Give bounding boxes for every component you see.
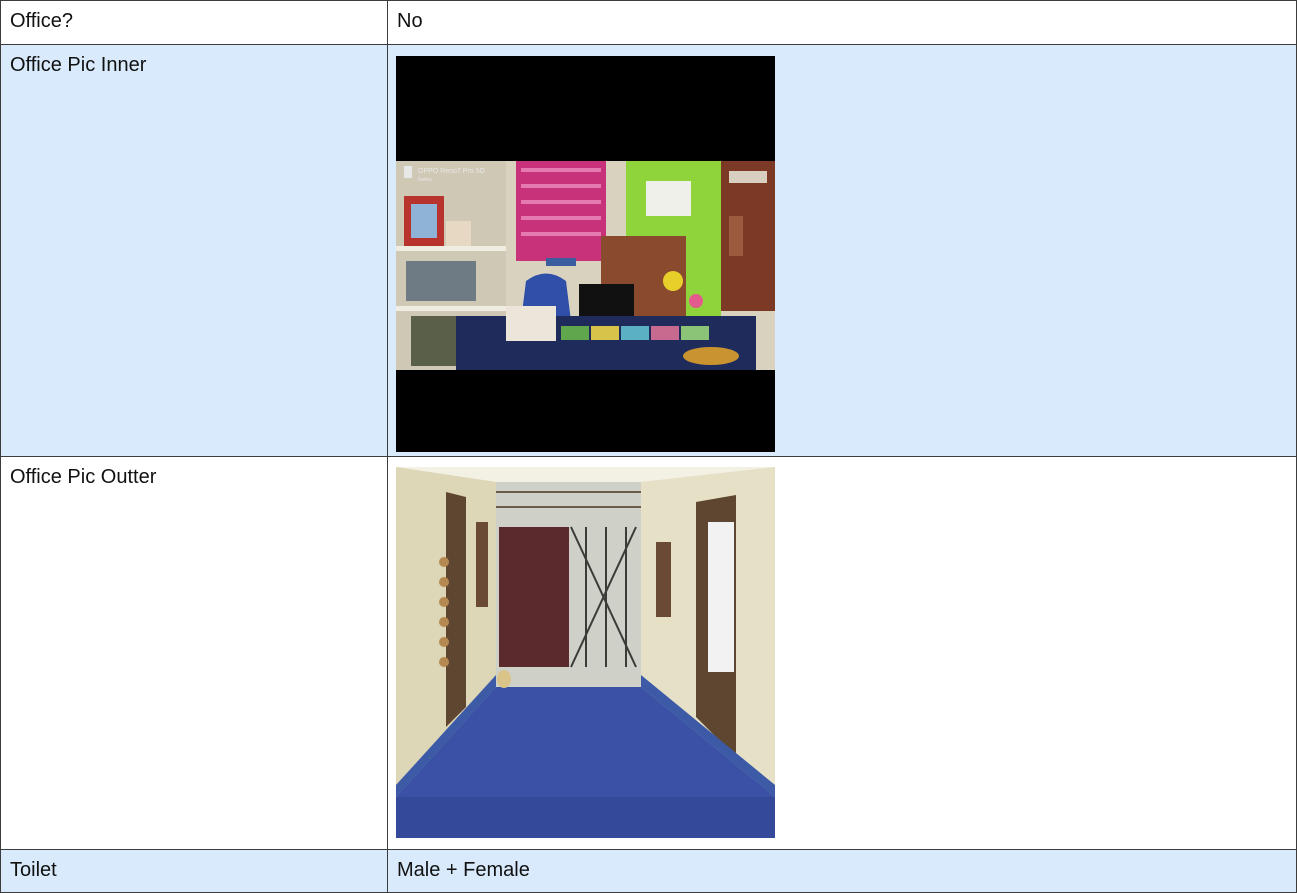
table-row: Office Pic Outter [0,456,1297,850]
info-table: Office? No Office Pic Inner OPPO Reno7 P… [0,0,1297,893]
row-value: Male + Female [387,849,1297,893]
row-label: Office Pic Outter [0,456,388,850]
row-label: Office? [0,0,388,45]
table-row: Office Pic Inner OPPO Reno7 Pro 5G Nehru [0,44,1297,457]
office-inner-photo[interactable]: OPPO Reno7 Pro 5G Nehru [396,56,775,452]
camera-watermark: OPPO Reno7 Pro 5G [418,168,485,175]
row-label: Office Pic Inner [0,44,388,457]
camera-logo-icon [404,166,412,178]
table-row: Office? No [0,0,1297,45]
row-image-cell: OPPO Reno7 Pro 5G Nehru [387,44,1297,457]
office-outer-photo[interactable] [396,467,775,838]
row-label: Toilet [0,849,388,893]
camera-watermark-sub: Nehru [418,177,432,183]
row-image-cell [387,456,1297,850]
row-value: No [387,0,1297,45]
table-row: Toilet Male + Female [0,849,1297,893]
